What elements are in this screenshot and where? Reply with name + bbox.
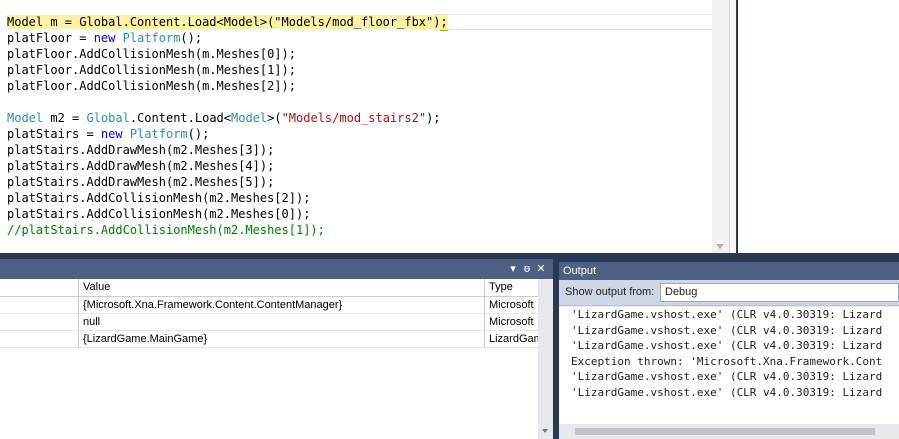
code-token: new xyxy=(100,127,123,141)
code-area[interactable]: Model m = Global.Content.Load<Model>("Mo… xyxy=(0,14,712,238)
code-token: platStairs.AddDrawMesh(m2.Meshes[4]); xyxy=(7,159,275,173)
code-token: //platStairs.AddCollisionMesh(m2.Meshes[… xyxy=(7,223,325,237)
scroll-down-arrow-icon[interactable] xyxy=(542,429,548,433)
code-line[interactable] xyxy=(0,94,712,110)
code-line[interactable]: platFloor.AddCollisionMesh(m.Meshes[0]); xyxy=(0,46,712,62)
output-line: 'LizardGame.vshost.exe' (CLR v4.0.30319:… xyxy=(571,308,883,321)
code-token: platFloor.AddCollisionMesh(m.Meshes[1]); xyxy=(7,63,296,77)
code-token: m2 = xyxy=(43,111,87,125)
row-value: {Microsoft.Xna.Framework.Content.Content… xyxy=(79,297,485,313)
code-line[interactable]: platFloor.AddCollisionMesh(m.Meshes[2]); xyxy=(0,78,712,94)
scroll-down-arrow-icon[interactable] xyxy=(716,244,724,249)
side-panel xyxy=(738,0,899,253)
output-horizontal-scrollbar[interactable] xyxy=(559,424,899,439)
pin-icon[interactable]: ᵿ xyxy=(520,262,534,276)
table-row[interactable]: null Microsoft xyxy=(0,314,538,331)
code-token: platStairs = xyxy=(7,127,101,141)
code-token: .Content.Load< xyxy=(129,111,231,125)
editor-vertical-scrollbar[interactable] xyxy=(712,0,729,253)
code-token: ); xyxy=(426,111,441,125)
output-title: Output xyxy=(559,262,899,280)
column-header-type[interactable]: Type xyxy=(485,279,538,296)
code-token: platStairs.AddCollisionMesh(m2.Meshes[2]… xyxy=(7,191,311,205)
code-line[interactable]: platStairs.AddDrawMesh(m2.Meshes[4]); xyxy=(0,158,712,174)
locals-vertical-scrollbar[interactable] xyxy=(538,279,553,439)
output-line: 'LizardGame.vshost.exe' (CLR v4.0.30319:… xyxy=(571,370,883,383)
code-token: Platform xyxy=(129,127,188,141)
output-line: 'LizardGame.vshost.exe' (CLR v4.0.30319:… xyxy=(571,323,883,337)
code-line[interactable]: platStairs.AddCollisionMesh(m2.Meshes[2]… xyxy=(0,190,712,206)
code-line[interactable]: platStairs.AddDrawMesh(m2.Meshes[5]); xyxy=(0,174,712,190)
code-token: platFloor = xyxy=(7,31,94,45)
code-token: "Models/mod_stairs2" xyxy=(281,111,427,125)
output-line: Exception thrown: 'Microsoft.Xna.Framewo… xyxy=(571,354,883,368)
column-header-value[interactable]: Value xyxy=(79,279,485,296)
grid-header: Value Type xyxy=(0,279,538,297)
code-token: platFloor.AddCollisionMesh(m.Meshes[2]); xyxy=(7,79,296,93)
code-line[interactable]: platStairs.AddCollisionMesh(m2.Meshes[0]… xyxy=(0,206,712,222)
code-token: platStairs.AddDrawMesh(m2.Meshes[5]); xyxy=(7,175,275,189)
row-name xyxy=(0,331,79,347)
output-source-select[interactable]: Debug xyxy=(660,283,899,302)
dropdown-arrow-icon[interactable]: ▾ xyxy=(506,262,520,276)
show-output-label: Show output from: xyxy=(565,286,655,298)
code-line[interactable]: platFloor = new Platform(); xyxy=(0,30,712,46)
locals-grid: Value Type {Microsoft.Xna.Framework.Cont… xyxy=(0,279,538,439)
code-token: new xyxy=(93,31,116,45)
code-line[interactable]: //platStairs.AddCollisionMesh(m2.Meshes[… xyxy=(0,222,712,238)
table-row[interactable]: {Microsoft.Xna.Framework.Content.Content… xyxy=(0,297,538,314)
output-toolbar: Show output from: Debug xyxy=(559,280,899,306)
row-type: Microsoft xyxy=(489,299,534,311)
code-token: Model m = Global.Content.Load<Model>("Mo… xyxy=(7,15,441,29)
column-header-name[interactable] xyxy=(0,279,79,296)
locals-panel: ▾ ᵿ ✕ Value Type {Microsoft.Xna.Framewor… xyxy=(0,259,553,439)
editor-margin xyxy=(729,0,736,253)
table-row[interactable]: {LizardGame.MainGame} LizardGame xyxy=(0,331,538,348)
locals-title-bar: ▾ ᵿ ✕ xyxy=(0,259,553,279)
code-token: Model xyxy=(231,111,268,125)
code-token: platFloor.AddCollisionMesh(m.Meshes[0]); xyxy=(7,47,296,61)
code-line[interactable]: Model m2 = Global.Content.Load<Model>("M… xyxy=(0,110,712,126)
code-token: Platform xyxy=(122,31,181,45)
code-line[interactable]: platStairs.AddDrawMesh(m2.Meshes[3]); xyxy=(0,142,712,158)
row-type: LizardGame xyxy=(489,333,538,345)
code-token: (); xyxy=(187,127,210,141)
code-token: >( xyxy=(267,111,282,125)
output-text-area[interactable]: 'LizardGame.vshost.exe' (CLR v4.0.30319:… xyxy=(559,307,899,424)
code-line[interactable]: Model m = Global.Content.Load<Model>("Mo… xyxy=(0,14,712,31)
output-line: 'LizardGame.vshost.exe' (CLR v4.0.30319:… xyxy=(571,385,883,399)
output-panel: Output Show output from: Debug 'LizardGa… xyxy=(559,262,899,439)
code-token: platStairs.AddCollisionMesh(m2.Meshes[0]… xyxy=(7,207,311,221)
code-line[interactable]: platFloor.AddCollisionMesh(m.Meshes[1]); xyxy=(0,62,712,78)
code-token: ; xyxy=(440,15,448,31)
row-name xyxy=(0,314,79,330)
row-value: null xyxy=(79,314,485,330)
row-value: {LizardGame.MainGame} xyxy=(79,331,485,347)
output-line: 'LizardGame.vshost.exe' (CLR v4.0.30319:… xyxy=(571,339,883,352)
code-editor[interactable]: Model m = Global.Content.Load<Model>("Mo… xyxy=(0,0,736,253)
row-name xyxy=(0,297,79,313)
code-token: platStairs.AddDrawMesh(m2.Meshes[3]); xyxy=(7,143,275,157)
code-line[interactable]: platStairs = new Platform(); xyxy=(0,126,712,142)
code-token: (); xyxy=(180,31,203,45)
close-icon[interactable]: ✕ xyxy=(534,262,548,276)
row-type: Microsoft xyxy=(489,316,534,328)
code-token: Global xyxy=(86,111,130,125)
code-token: Model xyxy=(7,111,44,125)
scrollbar-thumb[interactable] xyxy=(575,428,875,435)
